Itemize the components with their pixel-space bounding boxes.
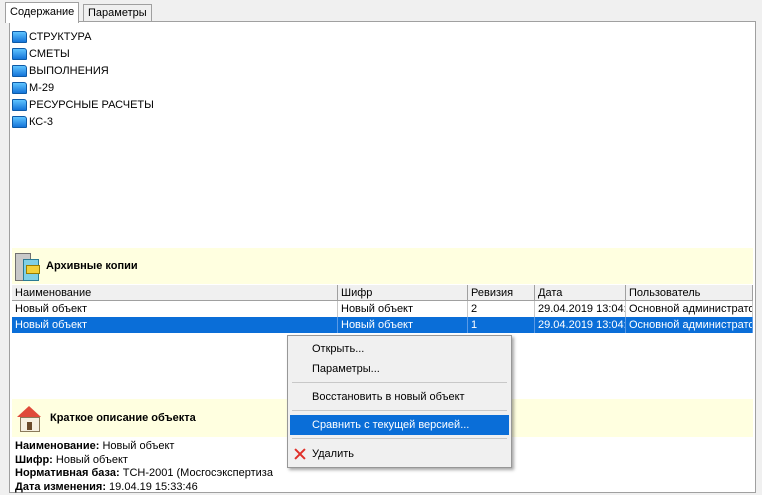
cell-revision: 2 xyxy=(468,301,535,317)
tree-item-ks3[interactable]: КС-3 xyxy=(12,113,154,130)
menu-separator xyxy=(292,382,507,383)
folder-icon xyxy=(12,30,27,43)
tree-item-estimates[interactable]: СМЕТЫ xyxy=(12,45,154,62)
menu-item-delete[interactable]: Удалить xyxy=(290,444,509,464)
folder-icon xyxy=(12,47,27,60)
tree-item-label: М-29 xyxy=(29,81,55,94)
cell-name: Новый объект xyxy=(12,317,338,333)
archive-copies-header: Архивные копии xyxy=(12,248,753,284)
folder-icon xyxy=(12,64,27,77)
desc-value: 19.04.19 15:33:46 xyxy=(109,480,198,493)
tree-item-label: ВЫПОЛНЕНИЯ xyxy=(29,64,109,77)
tree-item-m29[interactable]: М-29 xyxy=(12,79,154,96)
cell-name: Новый объект xyxy=(12,301,338,317)
tree-item-label: СТРУКТУРА xyxy=(29,30,92,43)
tree-item-label: РЕСУРСНЫЕ РАСЧЕТЫ xyxy=(29,98,154,111)
desc-label: Наименование: xyxy=(15,440,100,452)
tree-item-completions[interactable]: ВЫПОЛНЕНИЯ xyxy=(12,62,154,79)
desc-label: Дата изменения: xyxy=(15,480,106,493)
desc-value: Новый объект xyxy=(102,440,175,452)
folder-icon xyxy=(12,81,27,94)
table-row[interactable]: Новый объект Новый объект 2 29.04.2019 1… xyxy=(12,301,753,317)
desc-modified-date-line: Дата изменения: 19.04.19 15:33:46 xyxy=(15,481,273,495)
desc-value: ТСН-2001 (Мосгосэкспертиза xyxy=(122,467,273,479)
folder-icon xyxy=(12,98,27,111)
delete-x-icon xyxy=(294,448,306,460)
menu-separator xyxy=(292,438,507,439)
archive-table: Наименование Шифр Ревизия Дата Пользоват… xyxy=(12,285,753,333)
cell-date: 29.04.2019 13:04: xyxy=(535,301,626,317)
column-header-date[interactable]: Дата xyxy=(535,285,626,301)
cell-user: Основной администратор xyxy=(626,317,753,333)
menu-item-open[interactable]: Открыть... xyxy=(290,339,509,359)
tree-item-label: СМЕТЫ xyxy=(29,47,70,60)
desc-label: Шифр: xyxy=(15,453,53,466)
menu-item-compare-current-version[interactable]: Сравнить с текущей версией... xyxy=(290,415,509,435)
house-icon xyxy=(16,404,42,432)
desc-code-line: Шифр: Новый объект xyxy=(15,454,273,468)
menu-item-parameters[interactable]: Параметры... xyxy=(290,359,509,379)
archive-cabinet-icon xyxy=(14,251,40,281)
object-description: Наименование: Новый объект Шифр: Новый о… xyxy=(15,440,273,494)
menu-separator xyxy=(292,410,507,411)
context-menu: Открыть... Параметры... Восстановить в н… xyxy=(287,335,512,468)
cell-user: Основной администратор xyxy=(626,301,753,317)
desc-name-line: Наименование: Новый объект xyxy=(15,440,273,454)
desc-normative-base-line: Нормативная база: ТСН-2001 (Мосгосэкспер… xyxy=(15,467,273,481)
column-header-code[interactable]: Шифр xyxy=(338,285,468,301)
cell-code: Новый объект xyxy=(338,317,468,333)
table-row-selected[interactable]: Новый объект Новый объект 1 29.04.2019 1… xyxy=(12,317,753,333)
cell-date: 29.04.2019 13:04: xyxy=(535,317,626,333)
tree-item-structure[interactable]: СТРУКТУРА xyxy=(12,28,154,45)
cell-revision: 1 xyxy=(468,317,535,333)
tab-parameters[interactable]: Параметры xyxy=(83,4,152,22)
column-header-user[interactable]: Пользователь xyxy=(626,285,753,301)
tree-item-label: КС-3 xyxy=(29,115,54,128)
desc-value: Новый объект xyxy=(55,453,128,466)
column-header-name[interactable]: Наименование xyxy=(12,285,338,301)
menu-item-restore-new-object[interactable]: Восстановить в новый объект xyxy=(290,387,509,407)
column-header-revision[interactable]: Ревизия xyxy=(468,285,535,301)
object-description-title: Краткое описание объекта xyxy=(50,412,196,424)
cell-code: Новый объект xyxy=(338,301,468,317)
folder-icon xyxy=(12,115,27,128)
tab-contents[interactable]: Содержание xyxy=(5,2,80,23)
folder-tree: СТРУКТУРА СМЕТЫ ВЫПОЛНЕНИЯ М-29 РЕСУРСНЫ… xyxy=(12,28,154,130)
table-header-row: Наименование Шифр Ревизия Дата Пользоват… xyxy=(12,285,753,301)
tree-item-resource-calculations[interactable]: РЕСУРСНЫЕ РАСЧЕТЫ xyxy=(12,96,154,113)
desc-label: Нормативная база: xyxy=(15,467,120,479)
archive-copies-title: Архивные копии xyxy=(46,260,138,272)
menu-item-delete-label: Удалить xyxy=(312,448,354,460)
